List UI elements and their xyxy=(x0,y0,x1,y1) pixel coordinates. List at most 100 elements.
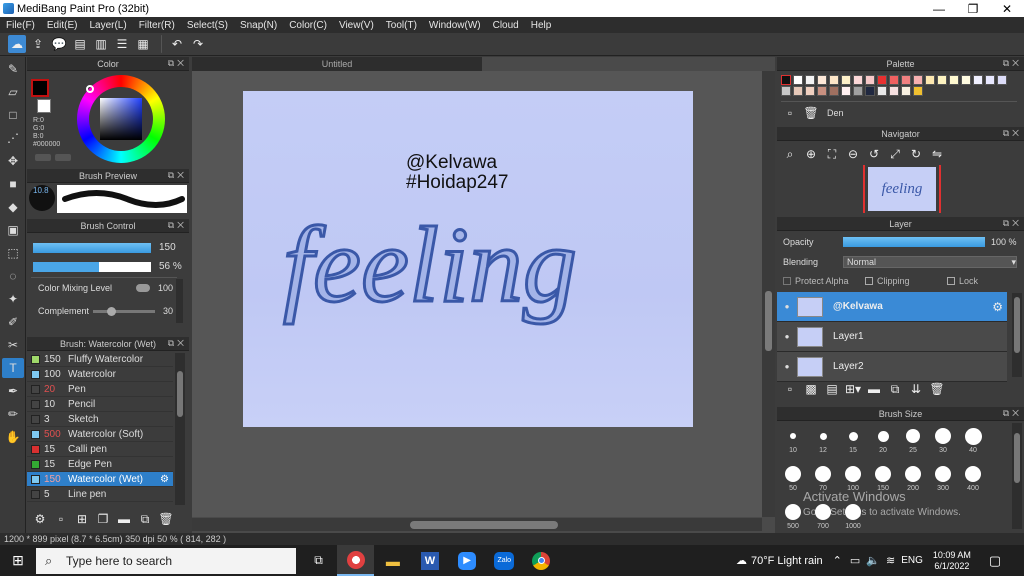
zoom-icon[interactable]: ▶ xyxy=(449,551,486,570)
complement-slider[interactable] xyxy=(93,306,155,316)
eraser-tool-icon[interactable]: ▱ xyxy=(2,82,24,102)
brush-copy-icon[interactable]: ❐ xyxy=(94,510,112,528)
palette-swatch[interactable] xyxy=(973,75,983,85)
notification-icon[interactable]: ▢ xyxy=(989,553,1001,569)
brush-size-preset[interactable]: 12 xyxy=(813,425,833,454)
dropper-tool-icon[interactable]: ✒ xyxy=(2,381,24,401)
visibility-icon[interactable]: ● xyxy=(777,362,797,371)
zoom-out-icon[interactable]: ⊖ xyxy=(844,145,862,163)
palette-swatch[interactable] xyxy=(805,86,815,96)
brush-size-preset[interactable]: 300 xyxy=(933,463,953,492)
brush-list-item[interactable]: 20 Pen xyxy=(27,382,173,397)
palette-swatch[interactable] xyxy=(925,75,935,85)
new-layer-icon[interactable]: ▫ xyxy=(781,380,799,398)
brush-size-preset[interactable]: 40 xyxy=(963,425,983,454)
document-tab[interactable]: Untitled xyxy=(192,57,482,71)
rectangle-tool-icon[interactable]: □ xyxy=(2,105,24,125)
brush-list-item[interactable]: 150 Fluffy Watercolor xyxy=(27,352,173,367)
brush-list-item[interactable]: 10 Pencil xyxy=(27,397,173,412)
comment-icon[interactable]: 💬 xyxy=(50,35,68,53)
task-view-icon[interactable]: ⧉ xyxy=(300,553,337,568)
new-8bit-layer-icon[interactable]: ▤ xyxy=(823,380,841,398)
panel-controls-icon[interactable]: ⧉✕ xyxy=(168,58,187,69)
palette-swatch[interactable] xyxy=(805,75,815,85)
wifi-icon[interactable]: ≋ xyxy=(886,554,895,567)
add-layer-menu-icon[interactable]: ⊞▾ xyxy=(844,380,862,398)
bucket-tool-icon[interactable]: ◆ xyxy=(2,197,24,217)
gradient-tool-icon[interactable]: ▣ xyxy=(2,220,24,240)
chevron-up-icon[interactable]: ⌃ xyxy=(833,554,842,567)
add-brush-icon[interactable]: ⊞ xyxy=(73,510,91,528)
layer-folder-icon[interactable]: ▬ xyxy=(865,380,883,398)
drawing-canvas[interactable]: @Kelvawa #Hoidap247 feeling xyxy=(243,91,693,427)
select-pen-tool-icon[interactable]: ✐ xyxy=(2,312,24,332)
minimize-button[interactable]: — xyxy=(922,0,956,17)
brush-list-item[interactable]: 150 Watercolor (Wet) ⚙ xyxy=(27,472,173,487)
palette-swatch[interactable] xyxy=(865,75,875,85)
brush-size-preset[interactable]: 15 xyxy=(843,425,863,454)
palette-swatch[interactable] xyxy=(901,75,911,85)
rotate-right-icon[interactable]: ↻ xyxy=(907,145,925,163)
brush-size-slider[interactable] xyxy=(33,242,151,253)
canvas-vertical-scrollbar[interactable] xyxy=(762,71,775,517)
layer-row[interactable]: ● Layer1 xyxy=(777,322,1007,352)
brush-list-item[interactable]: 15 Edge Pen xyxy=(27,457,173,472)
blending-select[interactable]: Normal ▾ xyxy=(843,256,1017,268)
palette-swatch[interactable] xyxy=(841,86,851,96)
fit-screen-icon[interactable]: ⤢ xyxy=(886,145,904,163)
brush-size-preset[interactable]: 70 xyxy=(813,463,833,492)
palette-swatch[interactable] xyxy=(961,75,971,85)
brush-size-preset[interactable]: 200 xyxy=(903,463,923,492)
brush-size-preset[interactable]: 50 xyxy=(783,463,803,492)
menu-cloud[interactable]: Cloud xyxy=(487,20,525,31)
palette-swatch[interactable] xyxy=(865,86,875,96)
menu-tool[interactable]: Tool(T) xyxy=(380,20,423,31)
color-mode-toggle[interactable] xyxy=(35,154,51,161)
menu-color[interactable]: Color(C) xyxy=(283,20,333,31)
volume-icon[interactable]: 🔈 xyxy=(866,554,880,567)
merge-layer-icon[interactable]: ⇊ xyxy=(907,380,925,398)
brush-size-preset[interactable]: 10 xyxy=(783,425,803,454)
share-icon[interactable]: ⇪ xyxy=(29,35,47,53)
panel-controls-icon[interactable]: ⧉✕ xyxy=(168,338,187,349)
brush-duplicate-icon[interactable]: ⧉ xyxy=(136,510,154,528)
palette-swatch[interactable] xyxy=(841,75,851,85)
palette-swatch[interactable] xyxy=(877,75,887,85)
brush-list-item[interactable]: 3 Sketch xyxy=(27,412,173,427)
saturation-square[interactable] xyxy=(100,98,142,140)
brush-size-scrollbar[interactable] xyxy=(1012,423,1022,529)
palette-swatch[interactable] xyxy=(829,86,839,96)
brush-folder-icon[interactable]: ▬ xyxy=(115,510,133,528)
menu-edit[interactable]: Edit(E) xyxy=(41,20,84,31)
battery-icon[interactable]: ▭ xyxy=(850,554,860,567)
delete-brush-icon[interactable]: 🗑 xyxy=(157,510,175,528)
panel-controls-icon[interactable]: ⧉✕ xyxy=(1003,58,1022,69)
brush-size-preset[interactable]: 500 xyxy=(783,501,803,530)
panel-controls-icon[interactable]: ⧉✕ xyxy=(1003,218,1022,229)
brush-list-item[interactable]: 500 Watercolor (Soft) xyxy=(27,427,173,442)
lasso-tool-icon[interactable]: ◌ xyxy=(2,266,24,286)
undo-icon[interactable]: ↶ xyxy=(168,35,186,53)
menu-window[interactable]: Window(W) xyxy=(423,20,487,31)
file-explorer-icon[interactable]: ▬ xyxy=(374,553,411,569)
palette-swatch[interactable] xyxy=(901,86,911,96)
gear-icon[interactable]: ⚙ xyxy=(160,474,169,485)
message-icon[interactable]: ▤ xyxy=(71,35,89,53)
palette-swatch[interactable] xyxy=(889,75,899,85)
layer-row[interactable]: ● Layer2 xyxy=(777,352,1007,382)
zoom-in-icon[interactable]: ⊕ xyxy=(802,145,820,163)
palette-swatch[interactable] xyxy=(937,75,947,85)
cloud-icon[interactable]: ☁ xyxy=(8,35,26,53)
palette-swatch[interactable] xyxy=(889,86,899,96)
delete-layer-icon[interactable]: 🗑 xyxy=(928,380,946,398)
brush-size-preset[interactable]: 25 xyxy=(903,425,923,454)
menu-view[interactable]: View(V) xyxy=(333,20,380,31)
dot-tool-icon[interactable]: ⋰ xyxy=(2,128,24,148)
brush-size-preset[interactable]: 150 xyxy=(873,463,893,492)
palette-swatch[interactable] xyxy=(913,86,923,96)
menu-file[interactable]: File(F) xyxy=(0,20,41,31)
panel-controls-icon[interactable]: ⧉✕ xyxy=(168,170,187,181)
palette-swatch[interactable] xyxy=(985,75,995,85)
foreground-color-swatch[interactable] xyxy=(31,79,49,97)
delete-palette-icon[interactable]: 🗑 xyxy=(802,104,820,122)
